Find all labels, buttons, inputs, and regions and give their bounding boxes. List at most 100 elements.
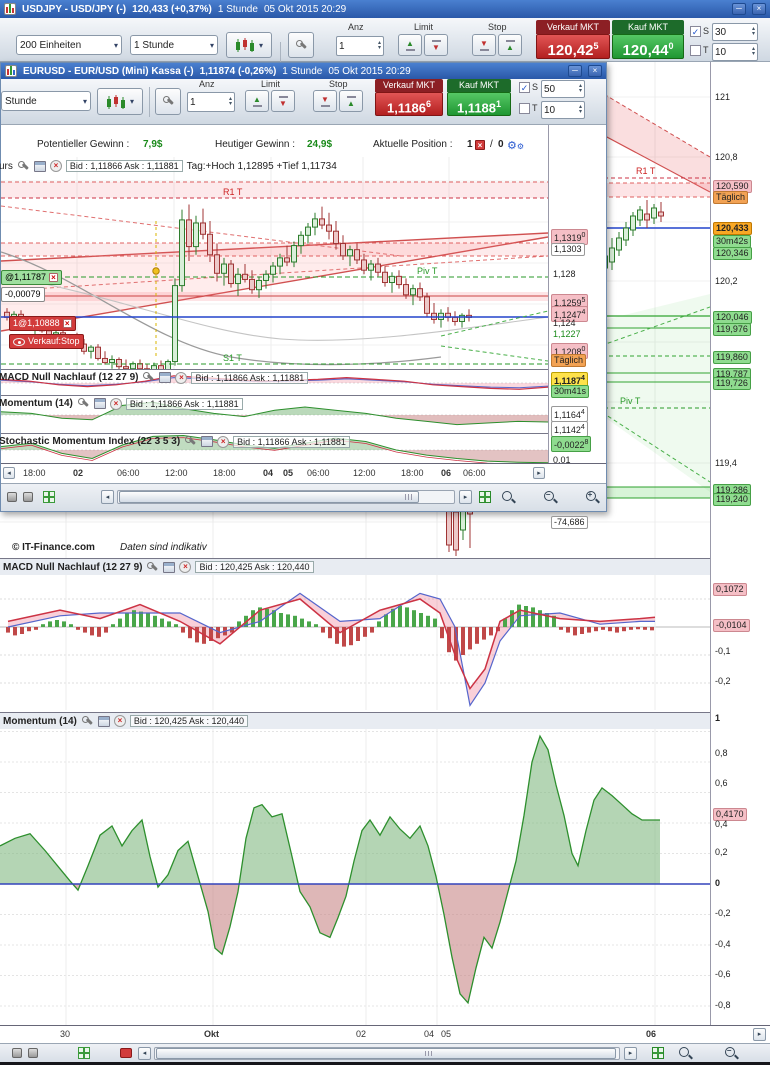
stepper-arrows-icon[interactable]: ▴ ▾ (229, 96, 232, 107)
quantity-stepper[interactable]: 1 ▴ ▾ (336, 36, 384, 56)
stop-distance-stepper[interactable]: 30 ▴ ▾ (712, 23, 758, 41)
stop-order-tag[interactable]: 1@1,10888 × (9, 316, 76, 331)
stepper-arrows-icon[interactable]: ▴ ▾ (579, 83, 582, 94)
axis-expand-icon[interactable]: ▸ (753, 1028, 766, 1041)
wrench-icon[interactable] (81, 715, 94, 728)
scrollbar-grip[interactable] (425, 1051, 434, 1056)
close-panel-icon[interactable]: × (113, 715, 126, 727)
wrench-icon[interactable] (17, 160, 30, 173)
chart-zoom-icon[interactable] (479, 491, 491, 503)
pin-tool-icon[interactable] (28, 1048, 38, 1058)
axis-left-icon[interactable]: ◂ (3, 467, 15, 479)
stepper-arrows-icon[interactable]: ▴ ▾ (752, 46, 755, 57)
stop-distance-stepper[interactable]: 50 ▴ ▾ (541, 80, 585, 98)
panel-icon[interactable] (159, 372, 172, 383)
eurusd-titlebar[interactable]: EURUSD - EUR/USD (Mini) Kassa (-) 1,1187… (1, 63, 606, 79)
chart-zoom-icon[interactable] (652, 1047, 664, 1059)
stop-sell-button[interactable]: ▼ (472, 34, 496, 56)
pin-tool-icon[interactable] (23, 492, 33, 502)
close-button[interactable]: × (752, 3, 766, 15)
chart-type-button[interactable]: ▾ (97, 88, 143, 115)
settings-button[interactable] (288, 32, 314, 58)
limit-buy-button[interactable]: ▲ (398, 34, 422, 56)
scroll-left-icon[interactable]: ◂ (138, 1047, 151, 1060)
settings-button[interactable] (155, 88, 181, 115)
usdjpy-macd-chart[interactable] (0, 575, 710, 710)
zoom-out-icon[interactable]: − (543, 490, 558, 505)
pointer-tool-icon[interactable] (7, 492, 17, 502)
pointer-tool-icon[interactable] (12, 1048, 22, 1058)
usdjpy-momentum-chart[interactable] (0, 729, 710, 1025)
stop-buy-button[interactable]: ▲ (498, 34, 522, 56)
limit-buy-button[interactable]: ▲ (245, 90, 269, 112)
scrollbar-thumb[interactable] (119, 491, 419, 503)
target-distance-stepper[interactable]: 10 ▴ ▾ (541, 101, 585, 119)
wrench-icon[interactable] (77, 397, 90, 410)
scrollbar-track[interactable] (154, 1047, 620, 1060)
panel-icon[interactable] (33, 160, 46, 172)
panel-icon[interactable] (93, 398, 106, 409)
timeframe-select[interactable]: 1 Stunde ▾ (130, 35, 218, 55)
eurusd-price-axis[interactable]: 1,13190 1,1303 1,128 1,12595 1,12474 1,124 1,1… (548, 125, 605, 529)
panel-icon[interactable] (97, 715, 110, 727)
close-panel-icon[interactable]: × (175, 371, 188, 384)
zoom-out-icon[interactable]: − (724, 1046, 739, 1061)
wrench-icon[interactable] (142, 371, 155, 384)
panel-icon[interactable] (163, 561, 176, 573)
usdjpy-titlebar[interactable]: USDJPY - USD/JPY (-) 120,433 (+0,37%) 1 … (0, 0, 770, 18)
units-select[interactable]: 200 Einheiten ▾ (16, 35, 122, 55)
usdjpy-price-axis[interactable]: 121 120,8 120,590 Täglich 120,433 30m42s 120,3… (710, 62, 770, 1025)
time-label: Okt (204, 1029, 220, 1039)
sell-market-button[interactable]: 120,425 (536, 34, 610, 59)
stop-checkbox[interactable]: ✓ (519, 82, 530, 93)
entry-price-tag[interactable]: @1,11787 × (1, 270, 63, 285)
gear-icon[interactable]: ⚙⚙ (507, 139, 524, 152)
close-icon[interactable]: × (62, 319, 72, 328)
stepper-arrows-icon[interactable]: ▴ ▾ (378, 40, 381, 51)
limit-sell-button[interactable]: ▼ (271, 90, 295, 112)
close-panel-icon[interactable]: × (179, 561, 192, 573)
wrench-icon[interactable] (146, 561, 159, 574)
limit-sell-button[interactable]: ▼ (424, 34, 448, 56)
close-icon[interactable]: × (49, 273, 59, 282)
eurusd-time-axis[interactable]: ◂ ▸ 18:00 02 06:00 12:00 18:00 04 05 06:00 12:00… (1, 463, 606, 483)
panel-icon[interactable] (201, 436, 214, 447)
zoom-in-icon[interactable]: + (585, 490, 600, 505)
chart-type-button[interactable]: ▾ (226, 32, 272, 58)
target-checkbox[interactable] (690, 45, 701, 56)
stop-checkbox[interactable]: ✓ (690, 26, 701, 37)
quantity-stepper[interactable]: 1 ▴ ▾ (187, 92, 235, 112)
target-checkbox[interactable] (519, 103, 530, 114)
grid-tool-icon[interactable] (43, 491, 55, 503)
stop-buy-button[interactable]: ▲ (339, 90, 363, 112)
wrench-icon[interactable] (184, 435, 197, 448)
scrollbar-thumb[interactable] (156, 1048, 616, 1059)
scrollbar-track[interactable] (117, 490, 455, 504)
close-position-icon[interactable]: × (475, 140, 485, 150)
zoom-fit-icon[interactable] (678, 1046, 693, 1061)
scroll-right-icon[interactable]: ▸ (459, 490, 472, 504)
close-button[interactable]: × (588, 65, 602, 77)
stepper-arrows-icon[interactable]: ▴ ▾ (579, 104, 582, 115)
sell-market-button[interactable]: 1,11866 (375, 92, 443, 116)
buy-market-button[interactable]: 1,11881 (447, 92, 511, 116)
target-distance-stepper[interactable]: 10 ▴ ▾ (712, 43, 758, 61)
close-panel-icon[interactable]: × (109, 397, 122, 410)
usdjpy-time-axis[interactable]: ▸ 30 Okt 02 04 05 06 (0, 1025, 770, 1043)
scrollbar-grip[interactable] (405, 494, 414, 500)
timeframe-select[interactable]: Stunde ▾ (1, 91, 91, 111)
grid-tool-icon[interactable] (78, 1047, 90, 1059)
close-panel-icon[interactable]: × (217, 435, 230, 448)
price-tag-icon[interactable] (120, 1048, 132, 1058)
close-panel-icon[interactable]: × (49, 160, 62, 172)
zoom-fit-icon[interactable] (501, 490, 516, 505)
buy-market-button[interactable]: 120,440 (612, 34, 684, 59)
axis-right-icon[interactable]: ▸ (533, 467, 545, 479)
minimize-button[interactable]: ─ (732, 3, 746, 15)
stepper-arrows-icon[interactable]: ▴ ▾ (752, 26, 755, 37)
sell-stop-tag[interactable]: Verkauf:Stop (9, 334, 84, 349)
minimize-button[interactable]: ─ (568, 65, 582, 77)
scroll-left-icon[interactable]: ◂ (101, 490, 114, 504)
stop-sell-button[interactable]: ▼ (313, 90, 337, 112)
scroll-right-icon[interactable]: ▸ (624, 1047, 637, 1060)
